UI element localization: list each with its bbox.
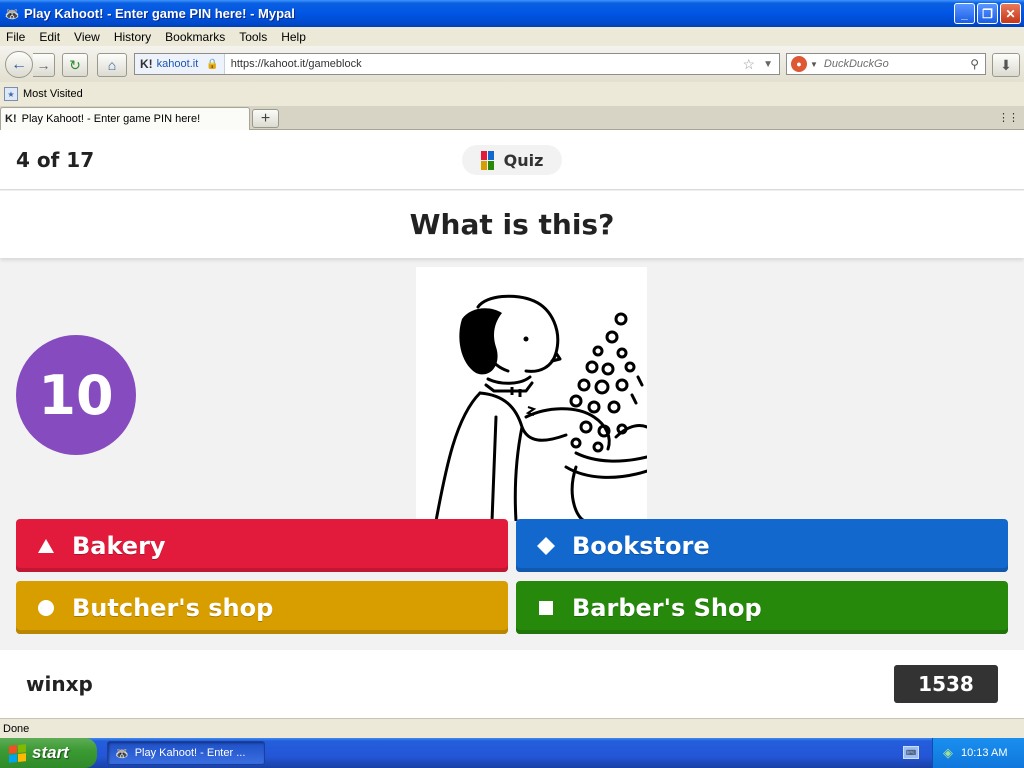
quiz-mode-label: Quiz bbox=[503, 150, 544, 170]
plus-icon: + bbox=[260, 109, 271, 127]
reload-icon: ↻ bbox=[69, 56, 81, 73]
menu-tools[interactable]: Tools bbox=[232, 30, 274, 44]
tab-kahoot[interactable]: K! Play Kahoot! - Enter game PIN here! bbox=[0, 107, 250, 130]
player-score: 1538 bbox=[894, 665, 998, 703]
answer-button-blue[interactable]: Bookstore bbox=[516, 519, 1008, 572]
duckduckgo-icon[interactable]: ● bbox=[791, 56, 807, 72]
lock-icon: 🔒 bbox=[206, 58, 219, 70]
window-titlebar[interactable]: 🦝 Play Kahoot! - Enter game PIN here! - … bbox=[0, 0, 1024, 27]
search-engine-dropdown-icon[interactable]: ▼ bbox=[810, 60, 818, 69]
taskbar: start 🦝 Play Kahoot! - Enter ... ⌨ ◈ 10:… bbox=[0, 738, 1024, 768]
kahoot-page: 4 of 17 Quiz What is this? 10 Bakery Boo… bbox=[0, 130, 1024, 718]
quiz-mode-badge: Quiz bbox=[462, 145, 562, 175]
forward-arrow-icon: → bbox=[36, 57, 51, 73]
url-dropdown-icon[interactable]: ▼ bbox=[763, 59, 773, 70]
bookmark-star-icon[interactable]: ☆ bbox=[742, 56, 755, 73]
back-button[interactable]: ← bbox=[5, 51, 33, 78]
site-identity-label: kahoot.it bbox=[156, 58, 199, 70]
network-icon[interactable]: ◈ bbox=[943, 745, 953, 761]
taskbar-window-button[interactable]: 🦝 Play Kahoot! - Enter ... bbox=[107, 741, 265, 765]
diamond-icon bbox=[533, 533, 559, 559]
system-tray: ◈ 10:13 AM bbox=[932, 738, 1024, 768]
player-name: winxp bbox=[26, 672, 93, 696]
most-visited-icon: ★ bbox=[4, 87, 18, 101]
question-image bbox=[416, 267, 647, 521]
question-title: What is this? bbox=[409, 208, 615, 241]
square-icon bbox=[533, 595, 559, 621]
status-bar: Done bbox=[0, 718, 1024, 738]
download-arrow-icon: ⬇ bbox=[1000, 56, 1012, 73]
search-icon[interactable]: ⚲ bbox=[970, 57, 979, 71]
answer-label: Bookstore bbox=[572, 531, 710, 560]
quiz-icon bbox=[480, 150, 494, 170]
menu-bar: File Edit View History Bookmarks Tools H… bbox=[0, 27, 1024, 46]
kahoot-header: 4 of 17 Quiz bbox=[0, 130, 1024, 190]
most-visited-bookmark[interactable]: Most Visited bbox=[23, 88, 83, 100]
site-identity-button[interactable]: K! kahoot.it 🔒 bbox=[135, 54, 225, 74]
player-footer: winxp 1538 bbox=[0, 650, 1024, 718]
tab-bar: K! Play Kahoot! - Enter game PIN here! +… bbox=[0, 106, 1024, 130]
clock[interactable]: 10:13 AM bbox=[961, 747, 1007, 759]
close-button[interactable]: ✕ bbox=[1000, 3, 1021, 24]
tab-label: Play Kahoot! - Enter game PIN here! bbox=[21, 113, 201, 125]
cook-illustration bbox=[434, 294, 647, 521]
status-text: Done bbox=[3, 722, 30, 735]
start-button[interactable]: start bbox=[0, 738, 97, 768]
back-arrow-icon: ← bbox=[11, 55, 27, 73]
answer-button-green[interactable]: Barber's Shop bbox=[516, 581, 1008, 634]
windows-logo-icon bbox=[9, 743, 26, 763]
start-label: start bbox=[32, 743, 69, 762]
mypal-taskbar-icon: 🦝 bbox=[115, 747, 129, 760]
bookmarks-toolbar: ★ Most Visited bbox=[0, 82, 1024, 106]
countdown-timer: 10 bbox=[16, 335, 136, 455]
home-button[interactable]: ⌂ bbox=[97, 53, 127, 77]
menu-bookmarks[interactable]: Bookmarks bbox=[158, 30, 232, 44]
answer-label: Butcher's shop bbox=[72, 593, 274, 622]
menu-history[interactable]: History bbox=[107, 30, 158, 44]
answer-button-yellow[interactable]: Butcher's shop bbox=[16, 581, 508, 634]
window-controls: _ ❐ ✕ bbox=[954, 3, 1021, 24]
mypal-app-icon: 🦝 bbox=[4, 6, 20, 21]
keyboard-language-icon[interactable]: ⌨ bbox=[903, 746, 919, 759]
url-bar[interactable]: K! kahoot.it 🔒 https://kahoot.it/gameblo… bbox=[134, 53, 780, 75]
menu-file[interactable]: File bbox=[0, 30, 32, 44]
circle-icon bbox=[33, 595, 59, 621]
window-title: Play Kahoot! - Enter game PIN here! - My… bbox=[24, 6, 295, 21]
downloads-button[interactable]: ⬇ bbox=[992, 53, 1020, 77]
answer-label: Barber's Shop bbox=[572, 593, 762, 622]
question-progress: 4 of 17 bbox=[16, 148, 95, 172]
menu-help[interactable]: Help bbox=[274, 30, 313, 44]
home-icon: ⌂ bbox=[107, 57, 117, 73]
triangle-icon bbox=[33, 533, 59, 559]
answer-button-red[interactable]: Bakery bbox=[16, 519, 508, 572]
search-placeholder[interactable]: DuckDuckGo bbox=[824, 58, 889, 70]
answer-label: Bakery bbox=[72, 531, 166, 560]
minimize-button[interactable]: _ bbox=[954, 3, 975, 24]
search-bar[interactable]: ● ▼ DuckDuckGo ⚲ bbox=[786, 53, 986, 75]
reload-button[interactable]: ↻ bbox=[62, 53, 88, 77]
forward-button[interactable]: → bbox=[33, 53, 55, 77]
maximize-button[interactable]: ❐ bbox=[977, 3, 998, 24]
url-text[interactable]: https://kahoot.it/gameblock bbox=[225, 58, 362, 70]
question-bar: What is this? bbox=[0, 191, 1024, 258]
kahoot-tab-favicon-icon: K! bbox=[5, 113, 17, 125]
kahoot-favicon-icon: K! bbox=[140, 57, 153, 71]
taskbar-window-label: Play Kahoot! - Enter ... bbox=[134, 747, 246, 759]
menu-view[interactable]: View bbox=[67, 30, 107, 44]
menu-edit[interactable]: Edit bbox=[32, 30, 67, 44]
navigation-toolbar: ← → ↻ ⌂ K! kahoot.it 🔒 https://kahoot.it… bbox=[0, 46, 1024, 82]
new-tab-button[interactable]: + bbox=[252, 109, 279, 128]
tab-list-icon[interactable]: ⋮⋮ bbox=[998, 111, 1019, 124]
